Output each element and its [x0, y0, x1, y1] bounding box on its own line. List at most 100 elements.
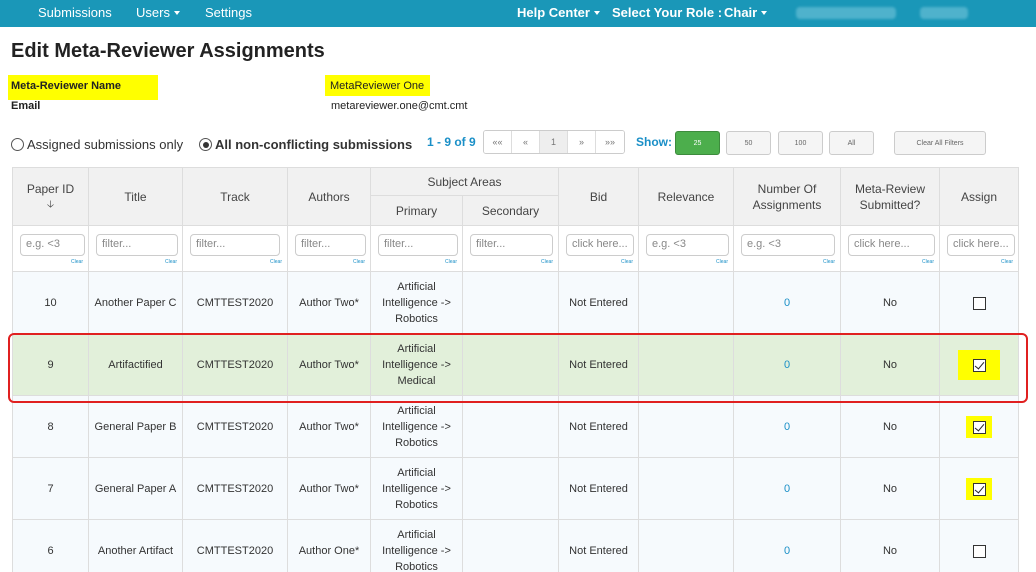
clear-link[interactable]: Clear — [922, 259, 934, 265]
subject-area-line: Artificial — [397, 529, 436, 541]
col-track[interactable]: Track — [183, 167, 288, 226]
page-size-50-button[interactable]: 50 — [726, 131, 771, 155]
cell-num-assignments-text[interactable]: 0 — [784, 543, 790, 559]
redacted-user-name[interactable] — [796, 7, 896, 19]
cell-authors-text: Author Two* — [299, 421, 359, 433]
col-meta-review-submitted[interactable]: Meta-Review Submitted? — [841, 167, 940, 226]
cell-authors-text: Author Two* — [299, 483, 359, 495]
filter-authors-input[interactable]: filter... — [295, 234, 366, 256]
cell-paper-id-text: 10 — [44, 297, 57, 309]
cell-num-assignments-text[interactable]: 0 — [784, 295, 790, 311]
cell-bid: Not Entered — [559, 520, 639, 572]
filter-relevance-input[interactable]: e.g. <3 — [646, 234, 729, 256]
radio-assigned-only[interactable]: Assigned submissions only — [11, 137, 183, 152]
chevron-down-icon — [761, 10, 768, 15]
radio-button[interactable] — [11, 138, 24, 151]
filter-secondary-input[interactable]: filter... — [470, 234, 553, 256]
page-size-100-button[interactable]: 100 — [778, 131, 823, 155]
clear-link[interactable]: Clear — [445, 259, 457, 265]
filter-cell-track: filter... Clear — [183, 226, 288, 272]
nav-help-center[interactable]: Help Center — [517, 5, 600, 20]
filter-cell-bid: click here... Clear — [559, 226, 639, 272]
table-row: 7 General Paper A CMTTEST2020 Author Two* Ar… — [12, 458, 1019, 520]
assign-checkbox[interactable] — [972, 544, 986, 558]
clear-link[interactable]: Clear — [353, 259, 365, 265]
nav-users[interactable]: Users — [136, 5, 180, 20]
col-meta-line2: Submitted? — [859, 197, 921, 212]
cell-authors-text: Author Two* — [299, 297, 359, 309]
col-bid[interactable]: Bid — [559, 167, 639, 226]
page-size-25-button[interactable]: 25 — [675, 131, 720, 155]
clear-link[interactable]: Clear — [165, 259, 177, 265]
prev-page-button[interactable]: « — [512, 131, 540, 153]
col-primary[interactable]: Primary — [371, 196, 463, 226]
last-page-button[interactable]: »» — [596, 131, 624, 153]
filter-cell-relevance: e.g. <3 Clear — [639, 226, 734, 272]
filter-num-assign-input[interactable]: e.g. <3 — [741, 234, 835, 256]
cell-num-assignments-text[interactable]: 0 — [784, 419, 790, 435]
chevron-down-icon — [593, 10, 600, 15]
cell-title-text: General Paper B — [94, 421, 177, 433]
role-selector[interactable]: Chair — [724, 5, 768, 20]
clear-link[interactable]: Clear — [621, 259, 633, 265]
page-1-button[interactable]: 1 — [540, 131, 568, 153]
filter-assign-input[interactable]: click here... — [947, 234, 1015, 256]
col-title[interactable]: Title — [89, 167, 183, 226]
col-subject-areas: Subject Areas — [371, 167, 559, 196]
filter-primary-input[interactable]: filter... — [378, 234, 458, 256]
cell-title-text: General Paper A — [94, 483, 177, 495]
cell-title-text: Another Paper C — [94, 297, 177, 309]
page-size-all-button[interactable]: All — [829, 131, 874, 155]
cell-bid-text: Not Entered — [569, 421, 628, 433]
col-assign[interactable]: Assign — [940, 167, 1019, 226]
clear-link[interactable]: Clear — [1001, 259, 1013, 265]
next-page-button[interactable]: » — [568, 131, 596, 153]
clear-link[interactable]: Clear — [541, 259, 553, 265]
clear-link[interactable]: Clear — [716, 259, 728, 265]
cell-track: CMTTEST2020 — [183, 272, 288, 334]
cell-meta-review-submitted: No — [841, 396, 940, 458]
nav-settings[interactable]: Settings — [205, 5, 252, 20]
subject-area-line: Intelligence -> — [382, 483, 451, 495]
filter-meta-review-input[interactable]: click here... — [848, 234, 935, 256]
filter-cell-secondary: filter... Clear — [463, 226, 559, 272]
col-relevance[interactable]: Relevance — [639, 167, 734, 226]
cell-paper-id: 8 — [12, 396, 89, 458]
assign-checkbox-checked[interactable] — [972, 482, 986, 496]
cell-authors-text: Author One* — [298, 545, 360, 557]
col-paper-id[interactable]: Paper ID 🡣 — [12, 167, 89, 226]
cell-meta-review-submitted-text: No — [882, 483, 898, 495]
nav-submissions[interactable]: Submissions — [38, 5, 112, 20]
assign-checkbox-wrap — [972, 296, 986, 310]
radio-all-nonconflicting[interactable]: All non-conflicting submissions — [199, 137, 412, 152]
first-page-button[interactable]: «« — [484, 131, 512, 153]
col-authors[interactable]: Authors — [288, 167, 371, 226]
redacted-menu-item[interactable] — [920, 7, 968, 19]
col-number-of-assignments[interactable]: Number Of Assignments — [734, 167, 841, 226]
cell-track-text: CMTTEST2020 — [196, 421, 274, 433]
clear-link[interactable]: Clear — [71, 259, 83, 265]
filter-bid-input[interactable]: click here... — [566, 234, 634, 256]
filter-track-input[interactable]: filter... — [190, 234, 280, 256]
assign-checkbox[interactable] — [972, 296, 986, 310]
cell-num-assignments-text[interactable]: 0 — [784, 481, 790, 497]
assign-checkbox-checked[interactable] — [972, 420, 986, 434]
col-secondary[interactable]: Secondary — [463, 196, 559, 226]
clear-all-filters-button[interactable]: Clear All Filters — [894, 131, 986, 155]
role-value: Chair — [724, 5, 758, 20]
cell-bid-text: Not Entered — [569, 545, 628, 557]
filter-title-input[interactable]: filter... — [96, 234, 178, 256]
cell-meta-review-submitted-text: No — [882, 421, 898, 433]
radio-button-selected[interactable] — [199, 138, 212, 151]
cell-authors: Author Two* — [288, 458, 371, 520]
cell-title: General Paper A — [89, 458, 183, 520]
clear-link[interactable]: Clear — [270, 259, 282, 265]
col-paper-id-label: Paper ID — [26, 181, 75, 196]
cell-assign — [940, 272, 1019, 334]
cell-track: CMTTEST2020 — [183, 396, 288, 458]
clear-link[interactable]: Clear — [823, 259, 835, 265]
subject-area-line: Robotics — [395, 499, 438, 511]
filter-paper-id-input[interactable]: e.g. <3 — [20, 234, 85, 256]
subject-area-line: Artificial — [397, 405, 436, 417]
cell-relevance — [639, 458, 734, 520]
